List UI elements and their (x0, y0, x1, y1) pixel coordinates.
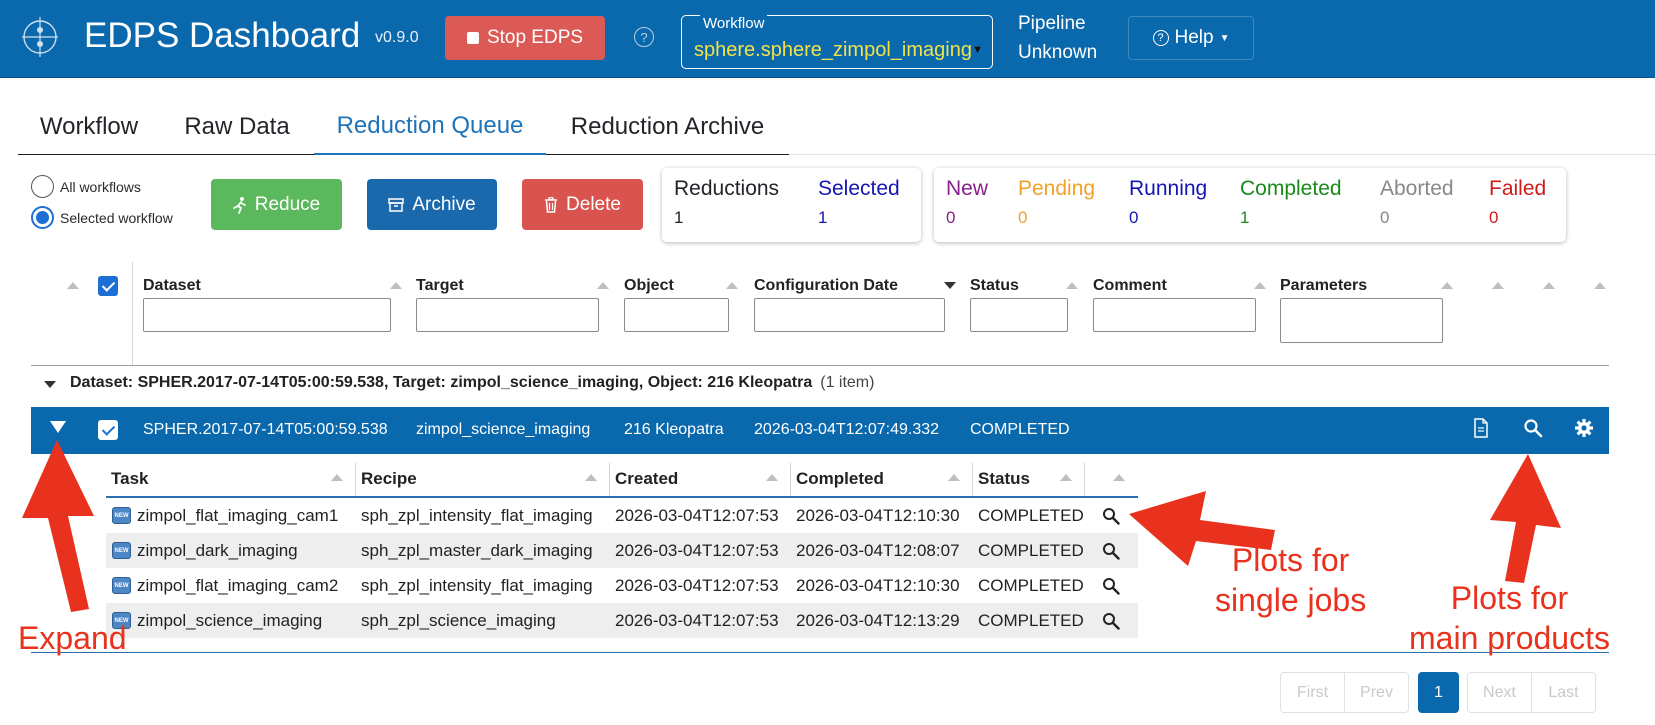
expand-annotation: Expand (18, 620, 127, 656)
single-jobs-annotation-line1: Plots for (1231, 542, 1350, 578)
main-products-annotation-line1: Plots for (1450, 580, 1569, 616)
single-jobs-annotation-line2: single jobs (1215, 582, 1367, 618)
main-products-annotation-line2: main products (1409, 620, 1610, 656)
main-products-annotation: Plots for main products (1409, 578, 1610, 658)
main-products-arrow-icon (1490, 454, 1561, 583)
annotation-arrows (22, 440, 1561, 612)
expand-arrow-icon (22, 440, 94, 612)
single-jobs-annotation: Plots for single jobs (1215, 540, 1366, 620)
